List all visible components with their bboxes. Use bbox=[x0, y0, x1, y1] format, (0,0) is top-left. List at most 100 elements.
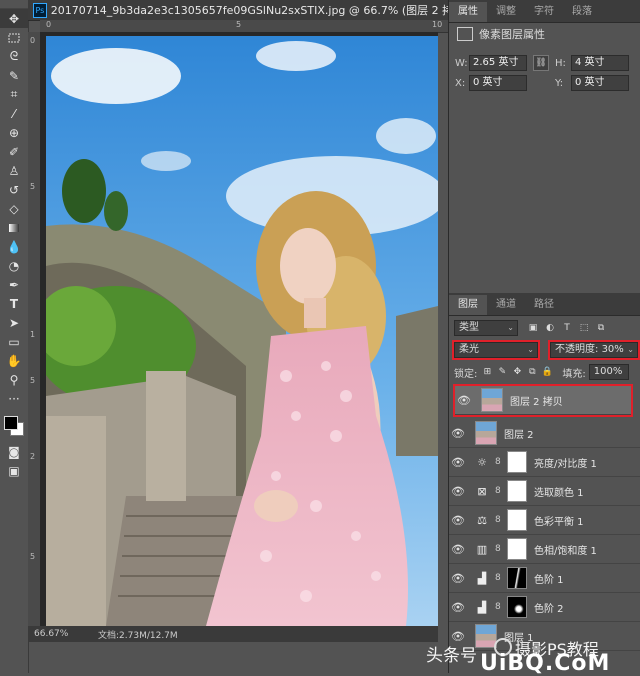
zoom-level[interactable]: 66.67% bbox=[34, 629, 94, 639]
layer-mask[interactable] bbox=[507, 538, 527, 560]
width-field[interactable]: 2.65 英寸 bbox=[469, 55, 527, 71]
visibility-eye-icon[interactable]: 👁 bbox=[449, 572, 467, 585]
chain-link-icon[interactable]: 8 bbox=[495, 602, 503, 612]
layer-row[interactable]: 👁 ⚖ 8 色彩平衡 1 bbox=[449, 506, 640, 535]
tab-character[interactable]: 字符 bbox=[525, 2, 563, 22]
properties-heading: 像素图层属性 bbox=[449, 23, 640, 45]
filter-type-icon[interactable]: T bbox=[560, 321, 574, 335]
screen-mode-icon[interactable]: ▣ bbox=[0, 461, 28, 480]
tab-paths[interactable]: 路径 bbox=[525, 295, 563, 315]
type-tool-icon[interactable]: T bbox=[0, 294, 28, 313]
levels-icon: ▟ bbox=[477, 600, 487, 614]
marquee-tool-icon[interactable] bbox=[0, 28, 28, 47]
ruler-tick: 5 bbox=[236, 20, 242, 29]
lock-position-icon[interactable]: ✥ bbox=[511, 366, 523, 378]
layer-row[interactable]: 👁 图层 2 bbox=[449, 419, 640, 448]
toolbar-grip[interactable] bbox=[0, 0, 28, 9]
visibility-eye-icon[interactable]: 👁 bbox=[449, 514, 467, 527]
lasso-tool-icon[interactable]: ᘓ bbox=[0, 47, 28, 66]
gradient-tool-icon[interactable] bbox=[0, 218, 28, 237]
lock-pixels-icon[interactable]: ✎ bbox=[496, 366, 508, 378]
eraser-tool-icon[interactable]: ◇ bbox=[0, 199, 28, 218]
crop-tool-icon[interactable]: ⌗ bbox=[0, 85, 28, 104]
tab-layers[interactable]: 图层 bbox=[449, 295, 487, 315]
y-field[interactable]: 0 英寸 bbox=[571, 75, 629, 91]
filter-shape-icon[interactable]: ⬚ bbox=[577, 321, 591, 335]
lock-artboard-icon[interactable]: ⧉ bbox=[526, 366, 538, 378]
tab-paragraph[interactable]: 段落 bbox=[563, 2, 601, 22]
layer-row[interactable]: 👁 ⊠ 8 选取颜色 1 bbox=[449, 477, 640, 506]
pen-tool-icon[interactable]: ✒ bbox=[0, 275, 28, 294]
ruler-tick: 2 bbox=[30, 452, 36, 461]
watermark-text-site: UiBQ.CoM bbox=[480, 651, 611, 676]
photo-image bbox=[46, 36, 438, 626]
watermark: 头条号 摄影PS教程 UiBQ.CoM bbox=[420, 632, 640, 676]
document-tab[interactable]: Ps 20170714_9b3da2e3c1305657fe09GSlNu2sx… bbox=[28, 0, 448, 21]
dodge-tool-icon[interactable]: ◔ bbox=[0, 256, 28, 275]
layer-row[interactable]: 👁 ☼ 8 亮度/对比度 1 bbox=[449, 448, 640, 477]
opacity-label: 不透明度: bbox=[555, 344, 599, 355]
opacity-control[interactable]: 不透明度: 30% ⌄ bbox=[548, 340, 640, 360]
layer-row[interactable]: 👁 图层 2 拷贝 bbox=[453, 384, 633, 417]
filter-smart-object-icon[interactable]: ⧉ bbox=[594, 321, 608, 335]
lock-all-icon[interactable]: 🔒 bbox=[541, 366, 553, 378]
levels-icon: ▟ bbox=[477, 571, 487, 585]
history-brush-tool-icon[interactable]: ↺ bbox=[0, 180, 28, 199]
blend-mode-select[interactable]: 柔光 ⌄ bbox=[452, 340, 540, 360]
fill-control[interactable]: 100% bbox=[588, 364, 629, 380]
document-info[interactable]: 文档:2.73M/12.7M bbox=[98, 628, 178, 641]
layer-name: 色阶 2 bbox=[534, 603, 564, 615]
move-tool-icon[interactable]: ✥ bbox=[0, 9, 28, 28]
chain-link-icon[interactable]: 8 bbox=[495, 544, 503, 554]
visibility-eye-icon[interactable]: 👁 bbox=[455, 394, 473, 407]
height-field[interactable]: 4 英寸 bbox=[571, 55, 629, 71]
color-swatches[interactable] bbox=[0, 412, 28, 442]
visibility-eye-icon[interactable]: 👁 bbox=[449, 485, 467, 498]
document-canvas[interactable] bbox=[40, 32, 438, 626]
hand-tool-icon[interactable]: ✋ bbox=[0, 351, 28, 370]
chain-link-icon[interactable]: 8 bbox=[495, 457, 503, 467]
clone-stamp-tool-icon[interactable]: ♙ bbox=[0, 161, 28, 180]
filter-kind-select[interactable]: 类型 ⌄ bbox=[454, 320, 518, 336]
visibility-eye-icon[interactable]: 👁 bbox=[449, 543, 467, 556]
tab-channels[interactable]: 通道 bbox=[487, 295, 525, 315]
quick-mask-icon[interactable]: ◙ bbox=[0, 442, 28, 461]
tab-properties[interactable]: 属性 bbox=[449, 2, 487, 22]
zoom-tool-icon[interactable]: ⚲ bbox=[0, 370, 28, 389]
eyedropper-tool-icon[interactable]: ⁄ bbox=[0, 104, 28, 123]
tab-adjustments[interactable]: 调整 bbox=[487, 2, 525, 22]
more-tools-icon[interactable]: ··· bbox=[0, 389, 28, 408]
visibility-eye-icon[interactable]: 👁 bbox=[449, 601, 467, 614]
chain-link-icon[interactable]: 8 bbox=[495, 486, 503, 496]
layer-row[interactable]: 👁 ▟ 8 色阶 2 bbox=[449, 593, 640, 622]
layer-row[interactable]: 👁 ▟ 8 色阶 1 bbox=[449, 564, 640, 593]
layer-mask[interactable] bbox=[507, 480, 527, 502]
lock-transparent-icon[interactable]: ⊞ bbox=[481, 366, 493, 378]
layer-mask[interactable] bbox=[507, 567, 527, 589]
filter-pixel-icon[interactable]: ▣ bbox=[526, 321, 540, 335]
layer-name: 色相/饱和度 1 bbox=[534, 545, 597, 557]
layer-row[interactable]: 👁 ▥ 8 色相/饱和度 1 bbox=[449, 535, 640, 564]
layer-mask[interactable] bbox=[507, 509, 527, 531]
balance-icon: ⚖ bbox=[477, 513, 487, 527]
visibility-eye-icon[interactable]: 👁 bbox=[449, 456, 467, 469]
ruler-tick: 5 bbox=[30, 552, 36, 561]
blur-tool-icon[interactable]: 💧 bbox=[0, 237, 28, 256]
ruler-tick: 5 bbox=[30, 182, 36, 191]
layer-mask[interactable] bbox=[507, 596, 527, 618]
document-title: 20170714_9b3da2e3c1305657fe09GSlNu2sxSTI… bbox=[50, 4, 448, 17]
link-icon[interactable]: ⛓ bbox=[533, 55, 549, 71]
brush-tool-icon[interactable]: ✐ bbox=[0, 142, 28, 161]
filter-adjustment-icon[interactable]: ◐ bbox=[543, 321, 557, 335]
visibility-eye-icon[interactable]: 👁 bbox=[449, 427, 467, 440]
layer-mask[interactable] bbox=[507, 451, 527, 473]
quick-select-tool-icon[interactable]: ✎ bbox=[0, 66, 28, 85]
x-field[interactable]: 0 英寸 bbox=[469, 75, 527, 91]
chain-link-icon[interactable]: 8 bbox=[495, 573, 503, 583]
foreground-color-swatch[interactable] bbox=[4, 416, 18, 430]
watermark-text-toutiao: 头条号 bbox=[426, 646, 477, 666]
shape-tool-icon[interactable]: ▭ bbox=[0, 332, 28, 351]
path-selection-tool-icon[interactable]: ➤ bbox=[0, 313, 28, 332]
healing-brush-tool-icon[interactable]: ⊕ bbox=[0, 123, 28, 142]
chain-link-icon[interactable]: 8 bbox=[495, 515, 503, 525]
